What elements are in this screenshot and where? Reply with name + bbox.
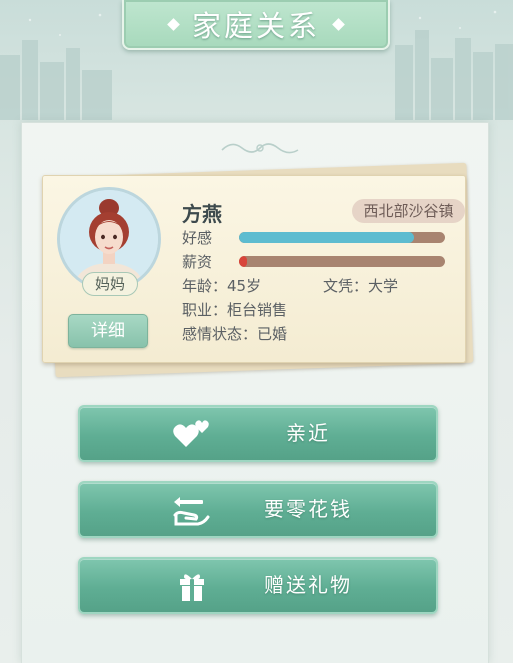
get-close-button[interactable]: 亲近 [78,405,438,462]
swirl-ornament-icon [221,143,299,154]
education-info: 文凭：大学 [323,277,399,295]
give-gift-button[interactable]: 赠送礼物 [78,557,438,614]
favor-bar [239,232,445,243]
detail-button[interactable]: 详细 [68,314,148,348]
salary-bar-fill [239,256,248,267]
job-info: 职业：柜台销售 [182,301,288,319]
favor-bar-fill [239,232,415,243]
relationship-info: 感情状态：已婚 [182,325,288,343]
age-info: 年龄：45岁 [182,277,262,295]
region-badge: 西北部沙谷镇 [352,199,465,223]
diamond-ornament-icon [332,17,345,31]
diamond-ornament-icon [167,17,180,31]
character-name: 方燕 [182,202,222,226]
give-gift-label: 赠送礼物 [264,573,352,597]
title-banner: 家庭关系 [122,0,390,50]
ask-pocket-money-button[interactable]: 要零花钱 [78,481,438,538]
favor-label: 好感 [182,229,213,247]
get-close-label: 亲近 [286,421,330,445]
role-label: 妈妈 [82,272,138,296]
ask-pocket-money-label: 要零花钱 [264,497,352,521]
salary-label: 薪资 [182,253,213,271]
salary-bar [239,256,445,267]
page-title: 家庭关系 [191,9,320,43]
